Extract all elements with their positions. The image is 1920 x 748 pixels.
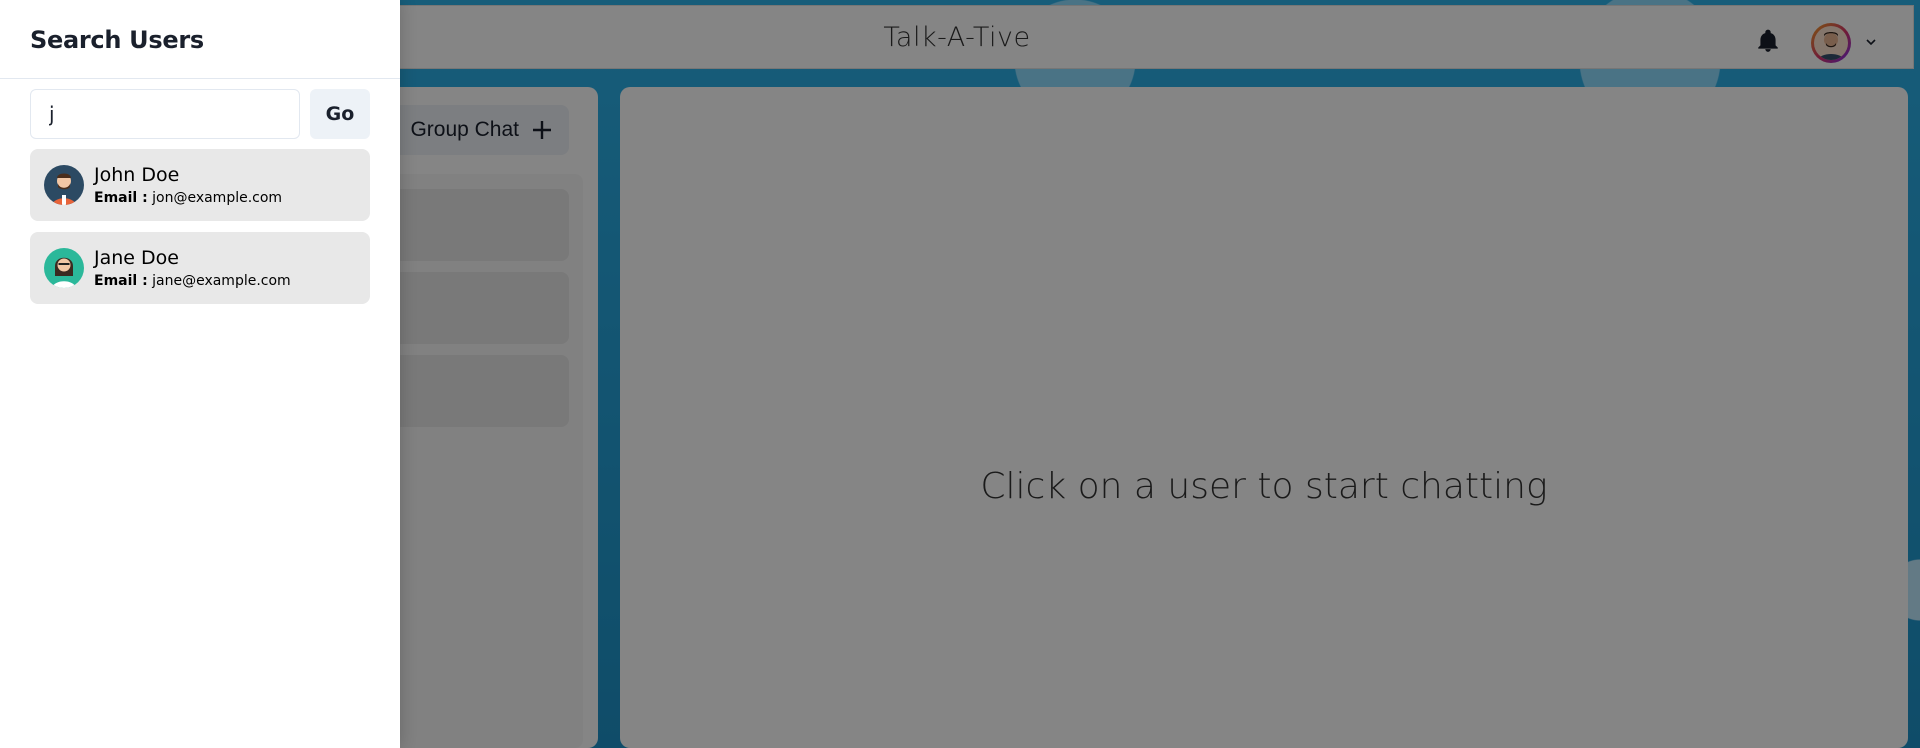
search-row: Go [30, 89, 370, 139]
user-avatar-icon [52, 173, 76, 205]
user-info: Jane Doe Email : jane@example.com [94, 247, 291, 289]
email-label: Email : [94, 190, 148, 206]
avatar [44, 248, 84, 288]
user-info: John Doe Email : jon@example.com [94, 164, 282, 206]
search-input[interactable] [30, 89, 300, 139]
avatar [44, 165, 84, 205]
user-email: Email : jon@example.com [94, 190, 282, 206]
user-list-item[interactable]: John Doe Email : jon@example.com [30, 149, 370, 221]
user-email: Email : jane@example.com [94, 273, 291, 289]
user-list-item[interactable]: Jane Doe Email : jane@example.com [30, 232, 370, 304]
user-avatar-icon [52, 257, 76, 288]
drawer-title: Search Users [0, 0, 400, 79]
email-value: jon@example.com [152, 190, 283, 206]
email-value: jane@example.com [152, 273, 291, 289]
email-label: Email : [94, 273, 148, 289]
user-name: Jane Doe [94, 247, 179, 269]
search-results: John Doe Email : jon@example.com Jane Do… [30, 149, 370, 315]
search-users-drawer: Search Users Go John Doe Email : jon@exa… [0, 0, 400, 748]
user-name: John Doe [94, 164, 180, 186]
go-button[interactable]: Go [310, 89, 370, 139]
